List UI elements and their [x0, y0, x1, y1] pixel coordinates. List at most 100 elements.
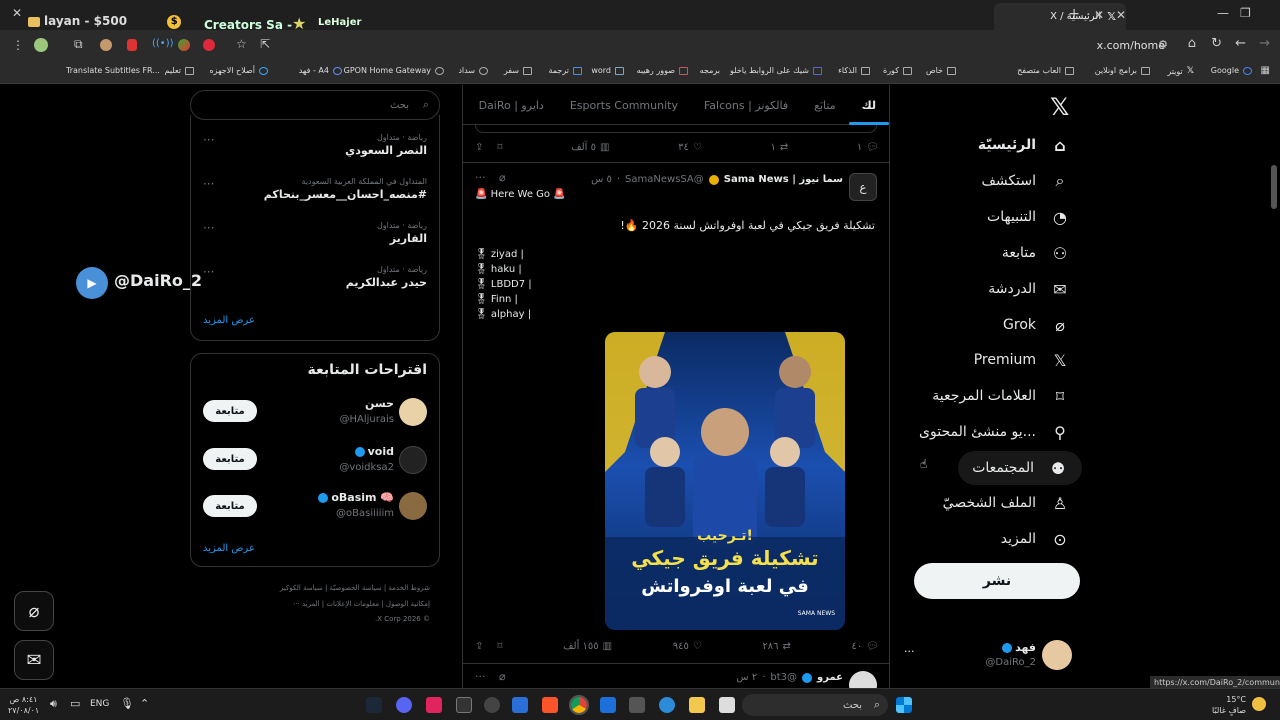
extension-1-icon[interactable]: [100, 39, 112, 51]
bookmark-translate[interactable]: ترجمة: [549, 66, 582, 75]
bookmark-check-links[interactable]: شيك على الروابط ياخلو: [730, 66, 822, 75]
bookmark-education[interactable]: تعليم: [165, 66, 194, 75]
extension-5-icon[interactable]: [203, 39, 215, 51]
tab-following[interactable]: متابَع: [801, 85, 848, 125]
extension-4-icon[interactable]: [178, 39, 190, 51]
trend-item[interactable]: رياضة · متداول النصر السعودي: [345, 133, 427, 157]
menu-dots-icon[interactable]: ⋮: [12, 38, 24, 52]
grok-icon[interactable]: ⌀: [499, 171, 506, 184]
tweet-author-handle[interactable]: @SamaNewsSA: [625, 174, 704, 185]
url-text[interactable]: x.com/home: [1097, 39, 1165, 52]
trend-more-icon[interactable]: ···: [203, 265, 214, 279]
xbox-icon[interactable]: [456, 697, 472, 713]
tab2-close-icon[interactable]: ✕: [1094, 8, 1104, 22]
file-explorer-icon[interactable]: [689, 697, 705, 713]
clock[interactable]: ٨:٤١ ص ٢٧/٠٨/٠١: [8, 694, 39, 716]
tweet-author-name[interactable]: سما نيوز | Sama News: [724, 174, 843, 185]
back-icon[interactable]: ←: [1235, 36, 1246, 51]
bookmark-star-icon[interactable]: ☆: [236, 37, 247, 51]
bookmark-translate-subtitles[interactable]: Translate Subtitles FR...: [66, 66, 160, 75]
nav-more[interactable]: ⊙ المزيد: [1001, 522, 1070, 556]
bookmark-twitter[interactable]: تويتر 𝕏: [1167, 66, 1194, 76]
bookmark-icon[interactable]: ⌑: [497, 641, 502, 652]
bookmark-sadad[interactable]: سداد: [458, 66, 488, 75]
like-button[interactable]: ♡ ٣٤: [678, 142, 702, 153]
tab-falcons[interactable]: فالكونز | Falcons: [691, 85, 801, 125]
nav-notifications[interactable]: ◔ التنبيهات: [987, 200, 1070, 234]
steam-icon[interactable]: [366, 697, 382, 713]
all-bookmarks-icon[interactable]: ▦: [1261, 65, 1270, 76]
bookmark-repair[interactable]: أصلاح الاجهزه: [209, 66, 268, 75]
repost-button[interactable]: ⇄ ٢٨٦: [762, 641, 791, 652]
suggestion-name[interactable]: حسن: [365, 397, 394, 410]
bookmark-travel[interactable]: سفر: [504, 66, 532, 75]
store-icon[interactable]: [600, 697, 616, 713]
suggestions-show-more[interactable]: عرض المزيد: [203, 543, 255, 554]
volume-icon[interactable]: 🔊︎: [50, 697, 57, 711]
tab-dairo[interactable]: دايرو | DaiRo: [466, 85, 557, 125]
footer-link[interactable]: معلومات الإعلانات: [326, 600, 379, 608]
footer-link[interactable]: سياسة الخصوصيّة: [330, 584, 382, 592]
suggestion-name-row[interactable]: void: [354, 445, 394, 458]
tab-esports-community[interactable]: Esports Community: [557, 85, 691, 125]
like-button[interactable]: ♡ ٩٤٥: [673, 641, 702, 652]
page-scrollbar[interactable]: [1271, 165, 1277, 209]
app-green-icon[interactable]: [484, 697, 500, 713]
discord-icon[interactable]: [396, 697, 412, 713]
post-button[interactable]: نشر: [914, 563, 1080, 599]
tweet-time[interactable]: ٢ س: [736, 672, 757, 683]
nav-profile[interactable]: ♙ الملف الشخصيّ: [943, 486, 1070, 520]
grok-float-icon[interactable]: ⌀: [14, 591, 54, 631]
bookmark-word[interactable]: word: [591, 66, 624, 75]
mic-icon[interactable]: 🎙︎: [120, 697, 134, 710]
nav-bookmarks[interactable]: ⌑ العلامات المرجعية: [932, 379, 1070, 413]
nav-premium[interactable]: 𝕏 Premium: [974, 343, 1070, 377]
reload-icon[interactable]: ↻: [1211, 36, 1222, 51]
repost-button[interactable]: ⇄ ١: [770, 142, 788, 153]
network-icon[interactable]: ▭: [70, 697, 80, 710]
follow-button[interactable]: متابعة: [203, 400, 257, 422]
tab-close-icon[interactable]: ✕: [1116, 8, 1126, 22]
trends-show-more[interactable]: عرض المزيد: [203, 315, 255, 326]
bookmark-browser-games[interactable]: العاب متصفح: [1017, 66, 1074, 75]
maximize-icon[interactable]: ❐: [1240, 6, 1251, 20]
bookmark-ai[interactable]: الذكاء: [838, 66, 870, 75]
tweet-author-handle[interactable]: @bt3: [770, 672, 797, 683]
bookmark-private[interactable]: خاص: [926, 66, 956, 75]
profile-icon[interactable]: [34, 38, 48, 52]
more-icon[interactable]: ···: [475, 670, 486, 683]
grok-icon[interactable]: ⌀: [499, 670, 506, 683]
suggestion-name-row[interactable]: oBasim 🧠: [318, 491, 394, 504]
trend-more-icon[interactable]: ···: [203, 133, 214, 147]
bookmark-google[interactable]: Google: [1211, 66, 1252, 75]
app-white-icon[interactable]: [719, 697, 735, 713]
nav-home[interactable]: ⌂ الرئيسيّة: [978, 128, 1070, 162]
forward-icon[interactable]: →: [1259, 36, 1270, 51]
taskbar-search[interactable]: بحث ⌕: [742, 694, 888, 716]
bookmark-programming[interactable]: برمجه: [700, 66, 720, 75]
tweet-time[interactable]: ٥ س: [591, 174, 612, 185]
avatar[interactable]: [399, 446, 427, 474]
reply-button[interactable]: 💬︎ ٤٠: [852, 641, 879, 652]
footer-link[interactable]: سياسة الكوكيز: [280, 584, 323, 592]
account-switcher[interactable]: فهد @DaiRo_2 ···: [900, 635, 1080, 679]
views-button[interactable]: ▥ ٥ آلف: [571, 142, 609, 153]
views-button[interactable]: ▥ ١٥٥ ألف: [563, 641, 612, 652]
start-icon[interactable]: [896, 697, 912, 713]
bookmark-gpon[interactable]: GPON Home Gateway: [344, 66, 444, 75]
close-window-icon[interactable]: ✕: [12, 6, 22, 20]
tweet-image[interactable]: تـرحيب! تشكيلة فريق جيكي في لعبة اوفروات…: [605, 332, 845, 630]
tab-for-you[interactable]: لك: [848, 85, 890, 125]
bookmark-icon[interactable]: ⌑: [497, 142, 502, 153]
avatar[interactable]: ع: [849, 173, 877, 201]
trend-item[interactable]: رياضة · متداول حيدر عبدالكريم: [346, 265, 427, 289]
bookmark-online-apps[interactable]: برامج اونلاين: [1095, 66, 1150, 75]
nav-follow[interactable]: ⚇ متابعة: [1002, 236, 1070, 270]
language-indicator[interactable]: ENG: [90, 699, 109, 709]
follow-button[interactable]: متابعة: [203, 448, 257, 470]
play-icon[interactable]: ▶: [76, 267, 108, 299]
nav-explore[interactable]: ⌕ استكشف: [981, 164, 1070, 198]
trend-item[interactable]: المتداول في المملكة العربية السعودية #من…: [264, 177, 427, 201]
footer-link[interactable]: شروط الخدمة: [388, 584, 430, 592]
account-more-icon[interactable]: ···: [904, 645, 915, 658]
